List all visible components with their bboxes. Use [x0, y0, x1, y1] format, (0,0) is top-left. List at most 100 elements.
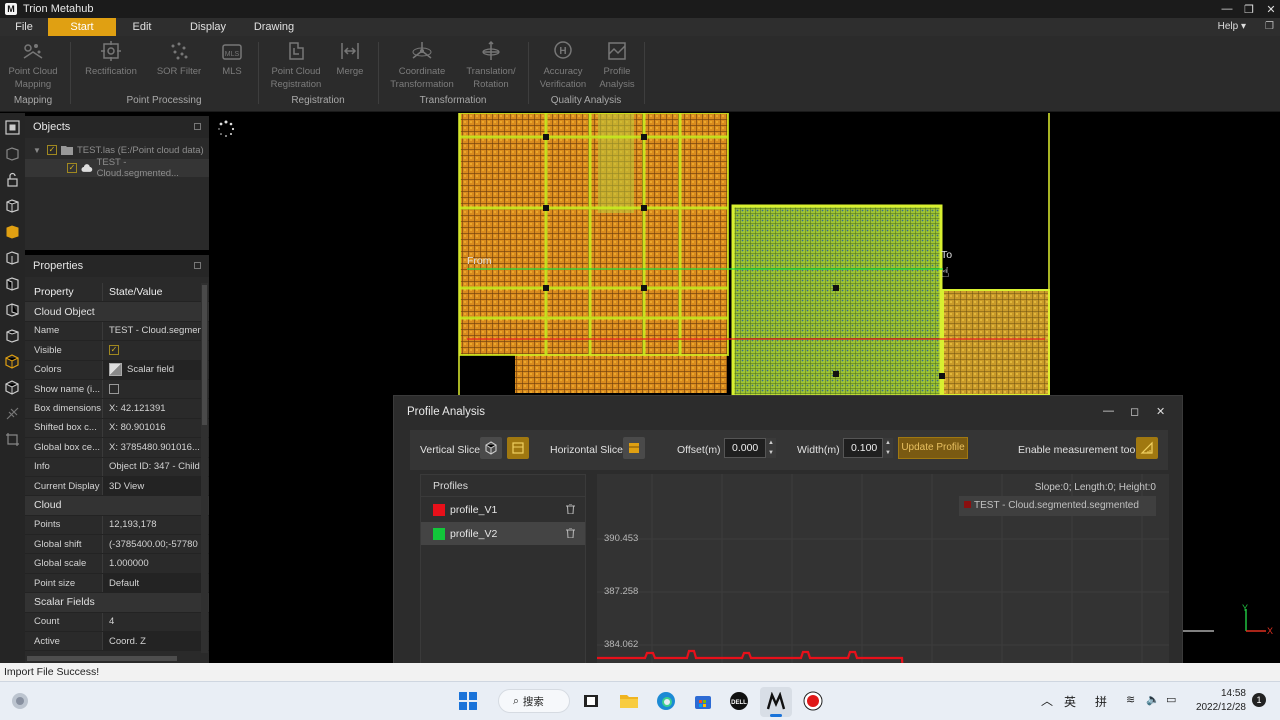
property-row[interactable]: Colors Scalar field — [25, 360, 209, 380]
dialog-minimize-icon[interactable]: — — [1103, 405, 1114, 417]
properties-hscrollbar[interactable] — [27, 656, 177, 661]
menu-drawing[interactable]: Drawing — [248, 18, 300, 36]
checkbox-checked[interactable]: ✓ — [109, 345, 119, 356]
profile-item-v2[interactable]: profile_V2 — [421, 522, 585, 545]
profile-item-v1[interactable]: profile_V1 — [421, 498, 585, 521]
menu-start[interactable]: Start — [48, 18, 116, 36]
view-top-icon[interactable] — [5, 198, 20, 213]
ime-language[interactable]: 英 — [1064, 693, 1076, 710]
measurement-tool-toggle[interactable] — [1136, 437, 1158, 459]
property-row[interactable]: Box dimensions X: 42.121391 — [25, 399, 209, 419]
minimize-icon[interactable]: — — [1218, 0, 1236, 18]
close-icon[interactable]: ✕ — [1262, 0, 1280, 18]
property-row[interactable]: Active Coord. Z — [25, 632, 209, 652]
property-row[interactable]: Points 12,193,178 — [25, 515, 209, 536]
property-value[interactable] — [102, 379, 201, 399]
point-cloud-mapping-button[interactable]: Point Cloud Mapping — [4, 40, 62, 91]
maximize-icon[interactable]: ❐ — [1240, 0, 1258, 18]
property-row[interactable]: Global shift (-3785400.00;-57780 — [25, 535, 209, 555]
tree-item-segmented-cloud[interactable]: ✓ TEST - Cloud.segmented... — [25, 157, 209, 179]
taskbar-search[interactable]: ⌕ 搜索 — [498, 689, 570, 713]
dialog-close-icon[interactable]: ✕ — [1156, 405, 1165, 418]
vertical-slice-button[interactable] — [480, 437, 502, 459]
scrollbar-thumb[interactable] — [202, 285, 207, 425]
float-panel-icon[interactable] — [194, 123, 201, 130]
wifi-icon[interactable]: ≋ — [1126, 693, 1135, 706]
battery-icon[interactable]: ▭ — [1166, 693, 1176, 706]
property-row[interactable]: Shifted box c... X: 80.901016 — [25, 418, 209, 439]
accuracy-verification-button[interactable]: H Accuracy Verification — [536, 40, 590, 91]
widget-icon[interactable] — [10, 691, 30, 711]
store-icon[interactable] — [693, 691, 713, 711]
delete-icon[interactable] — [566, 528, 575, 538]
update-profile-button[interactable]: Update Profile — [898, 437, 968, 459]
view-iso1-icon[interactable] — [5, 328, 20, 343]
windows-start-icon[interactable] — [458, 691, 478, 711]
merge-button[interactable]: Merge — [334, 40, 366, 79]
coordinate-transformation-button[interactable]: Coordinate Transformation — [386, 40, 458, 91]
view-back-icon[interactable] — [5, 276, 20, 291]
vertical-slice-active-button[interactable] — [507, 437, 529, 459]
measure-icon[interactable] — [5, 406, 20, 421]
property-value[interactable]: Default — [102, 573, 201, 593]
menu-edit[interactable]: Edit — [116, 18, 168, 36]
rectification-button[interactable]: Rectification — [80, 40, 142, 79]
property-value[interactable]: 3D View — [102, 476, 201, 496]
crop-icon[interactable] — [5, 432, 20, 447]
property-row[interactable]: Visible ✓ — [25, 341, 209, 361]
point-cloud-registration-button[interactable]: Point Cloud Registration — [264, 40, 328, 91]
property-row[interactable]: Global box ce... X: 3785480.901016... — [25, 438, 209, 458]
profile-chart[interactable]: Slope:0; Length:0; Height:0 TEST - Cloud… — [597, 474, 1169, 686]
view-iso3-icon[interactable] — [5, 380, 20, 395]
property-row[interactable]: Count 4 — [25, 612, 209, 633]
property-row[interactable]: Name TEST - Cloud.segment — [25, 321, 209, 342]
property-row[interactable]: Show name (i... — [25, 379, 209, 400]
profile-analysis-button[interactable]: Profile Analysis — [596, 40, 638, 91]
view-left-icon[interactable] — [5, 224, 20, 239]
mls-button[interactable]: MLS MLS — [214, 40, 250, 79]
menu-display[interactable]: Display — [168, 18, 248, 36]
property-row[interactable]: Info Object ID: 347 - Child — [25, 457, 209, 477]
property-value[interactable]: Scalar field — [102, 360, 201, 379]
width-input[interactable]: 0.100 — [843, 438, 883, 458]
edge-browser-icon[interactable] — [656, 691, 676, 711]
property-value[interactable]: Coord. Z — [102, 632, 201, 651]
volume-icon[interactable]: 🔈 — [1146, 693, 1160, 706]
menu-file[interactable]: File — [0, 18, 48, 36]
view-right-icon[interactable] — [5, 250, 20, 265]
property-row[interactable]: Global scale 1.000000 — [25, 554, 209, 574]
horizontal-slice-button[interactable] — [623, 437, 645, 459]
translation-rotation-button[interactable]: Translation/ Rotation — [460, 40, 522, 91]
taskbar-active-app[interactable] — [760, 687, 792, 717]
view-front-icon[interactable] — [5, 146, 20, 161]
offset-input[interactable]: 0.000 — [724, 438, 766, 458]
properties-scrollbar[interactable] — [201, 283, 208, 653]
delete-icon[interactable] — [566, 504, 575, 514]
task-view-icon[interactable] — [581, 691, 601, 711]
ime-mode[interactable]: 拼 — [1095, 693, 1107, 710]
view-bottom-icon[interactable] — [5, 302, 20, 317]
width-stepper[interactable]: ▲ ▼ — [883, 438, 893, 458]
dell-icon[interactable]: DELL — [729, 691, 749, 711]
float-panel-icon[interactable] — [194, 262, 201, 269]
lock-icon[interactable] — [5, 172, 20, 187]
file-explorer-icon[interactable] — [619, 691, 639, 711]
notification-badge[interactable]: 1 — [1252, 693, 1266, 707]
clock[interactable]: 14:58 2022/12/28 — [1190, 687, 1246, 715]
tray-expand-icon[interactable]: ︿ — [1041, 692, 1053, 709]
tree-checkbox[interactable]: ✓ — [67, 163, 77, 173]
sor-filter-button[interactable]: SOR Filter — [152, 40, 206, 79]
dialog-maximize-icon[interactable]: ◻ — [1130, 405, 1139, 418]
view-iso2-icon[interactable] — [5, 354, 20, 369]
property-row[interactable]: Current Display 3D View — [25, 476, 209, 497]
ribbon-restore-icon[interactable]: ❐ — [1265, 21, 1274, 32]
expand-arrow-icon[interactable]: ▼ — [33, 146, 47, 155]
record-icon[interactable] — [803, 691, 823, 711]
select-tool-icon[interactable] — [5, 120, 20, 135]
checkbox-unchecked[interactable] — [109, 384, 119, 395]
property-row[interactable]: Point size Default — [25, 573, 209, 594]
property-value[interactable]: ✓ — [102, 341, 201, 360]
offset-stepper[interactable]: ▲ ▼ — [766, 438, 776, 458]
tree-checkbox[interactable]: ✓ — [47, 145, 57, 155]
help-menu[interactable]: Help ▾ — [1218, 18, 1246, 36]
